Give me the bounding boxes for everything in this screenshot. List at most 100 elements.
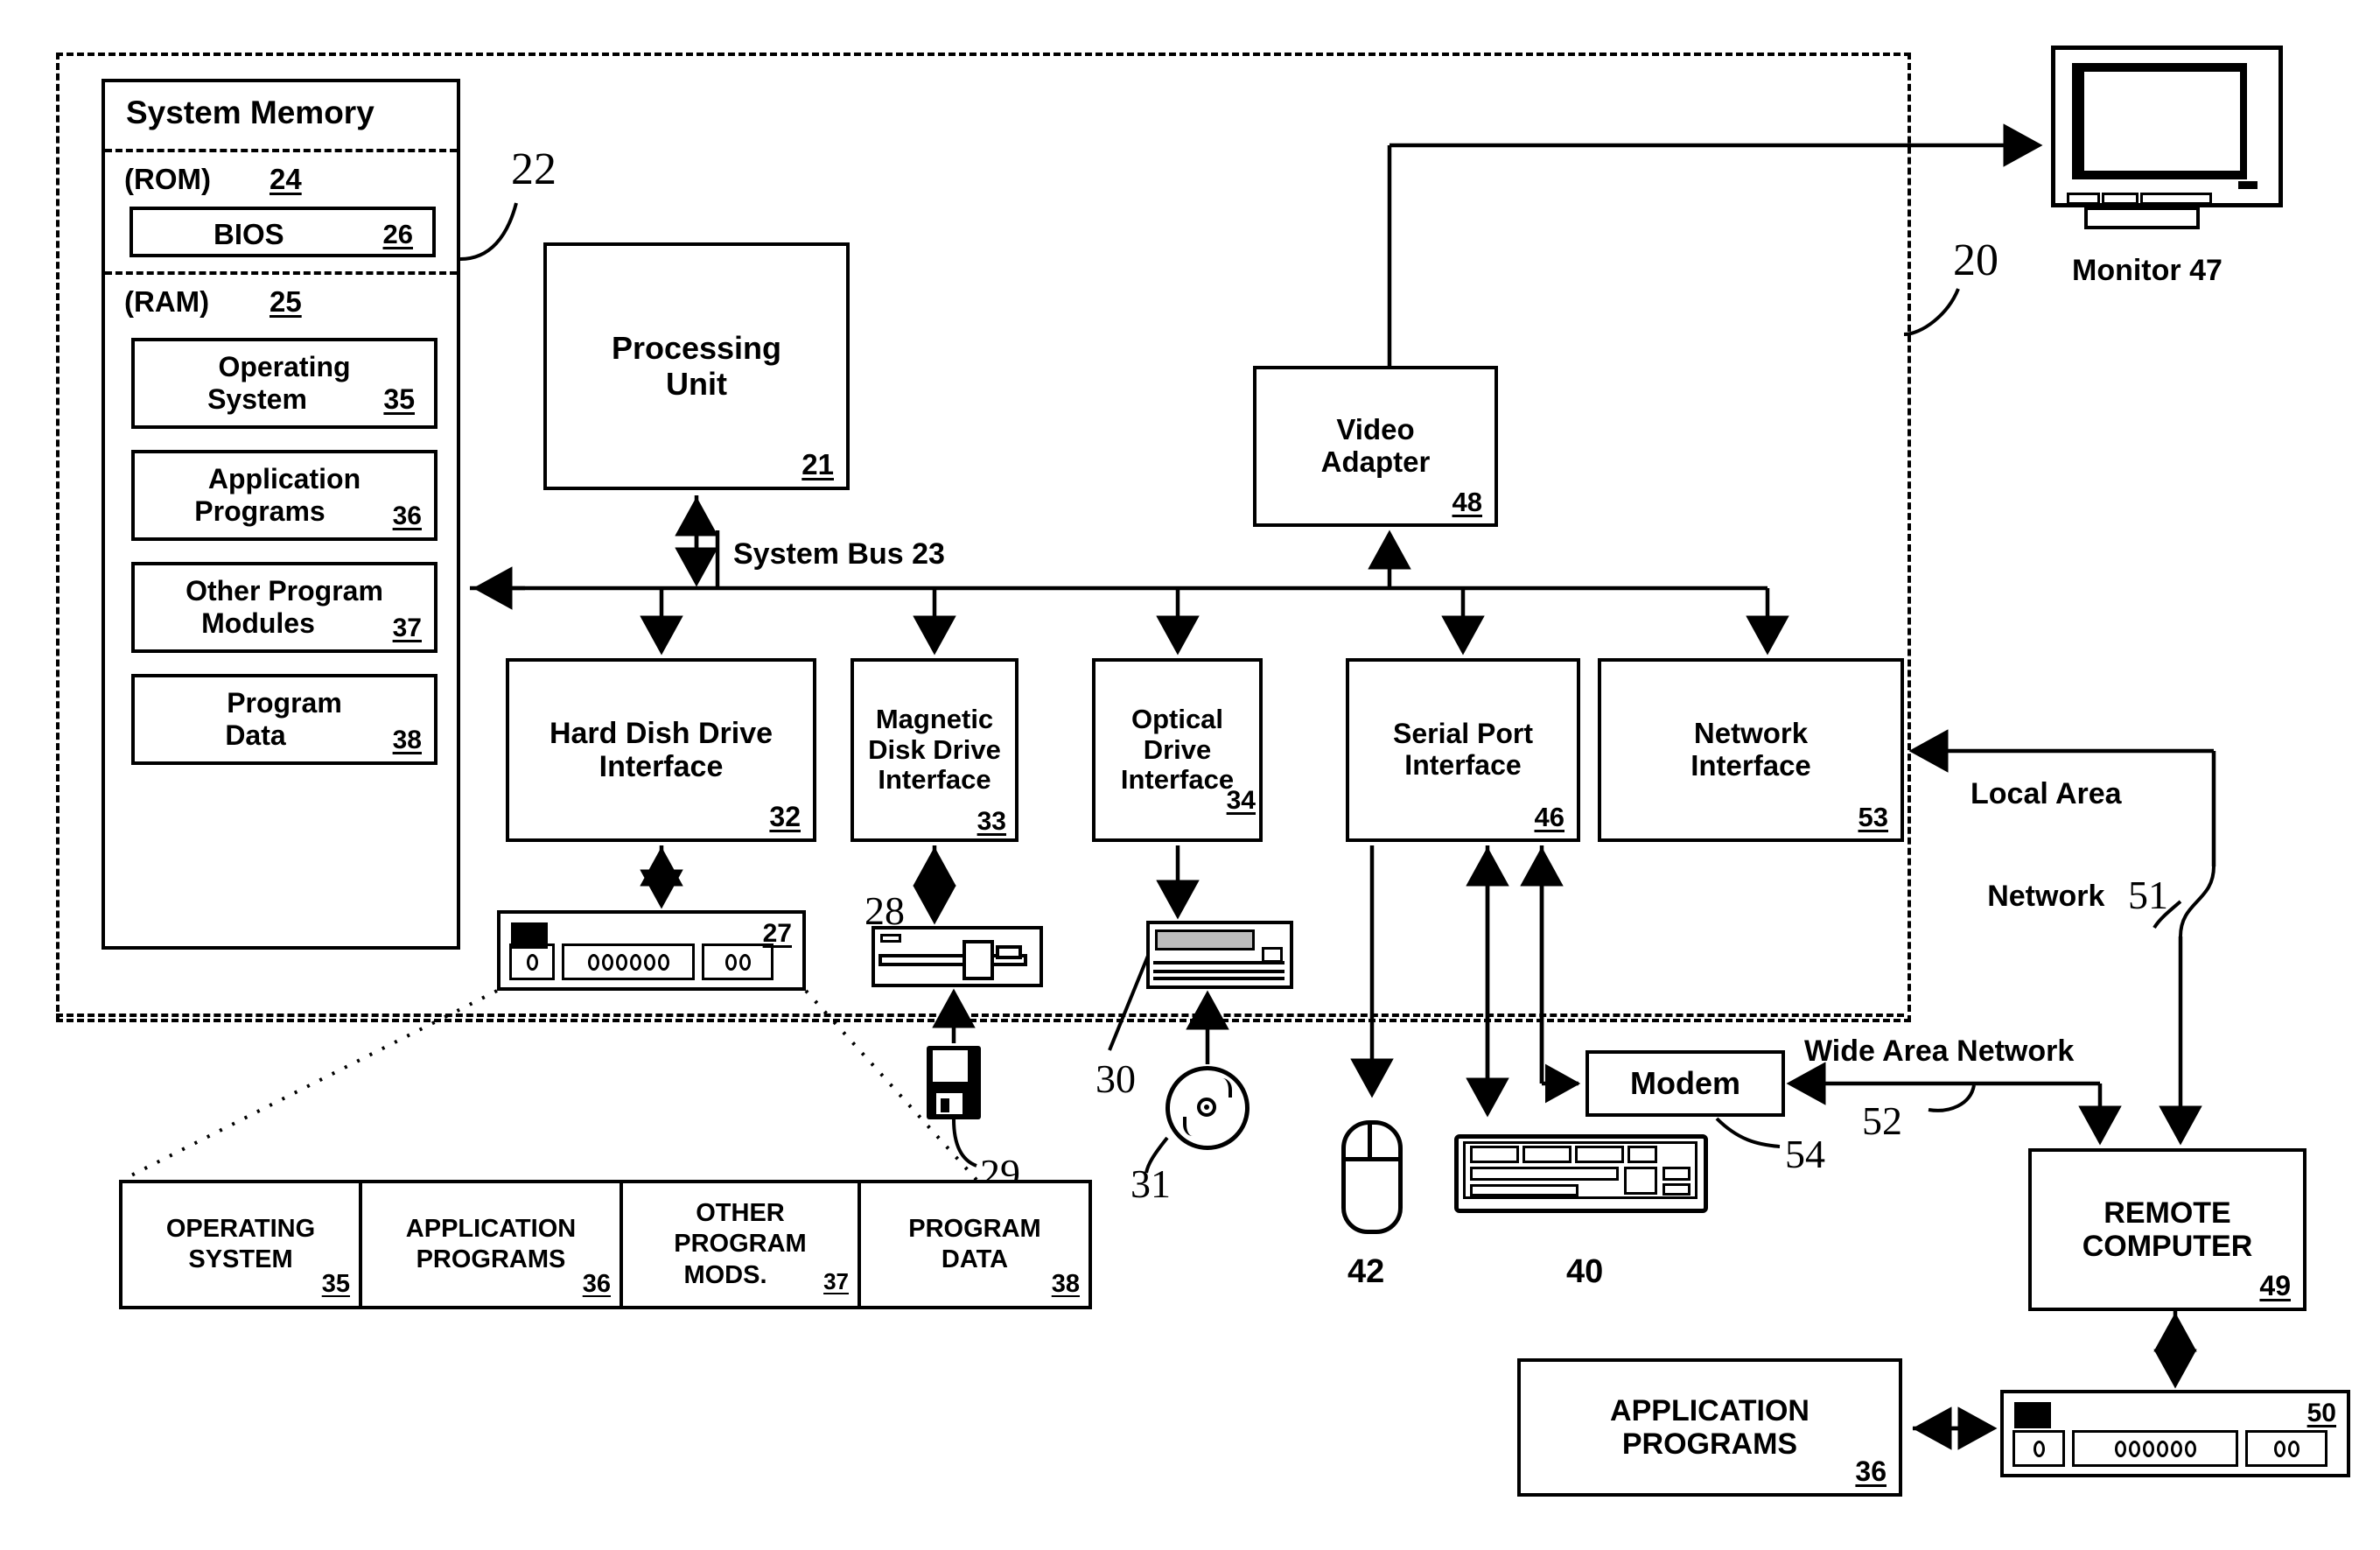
ram-item-pd-line2: Data: [225, 719, 286, 751]
ni-line2: Interface: [1690, 749, 1811, 782]
cell-opm-ref: 37: [823, 1268, 849, 1295]
remote-disk-slot-3: [2245, 1430, 2328, 1467]
lan-line1: Local Area: [1970, 777, 2122, 811]
hard-disk-drive-interface-box: Hard Dish Drive Interface 32: [506, 658, 816, 842]
remote-computer-ref: 49: [2259, 1270, 2291, 1302]
magnetic-disk-drive-interface-box: Magnetic Disk Drive Interface 33: [850, 658, 1018, 842]
monitor-label: Monitor 47: [2072, 254, 2222, 287]
cell-app-line2: PROGRAMS: [416, 1245, 566, 1273]
remote-computer-box: REMOTE COMPUTER 49: [2028, 1148, 2306, 1311]
magnetic-drive-icon: [872, 926, 1043, 987]
local-area-network-label: Local Area Network: [1970, 709, 2122, 983]
ref-28-label: 28: [864, 888, 905, 933]
mddi-line3: Interface: [878, 764, 991, 796]
video-adapter-line2: Adapter: [1320, 445, 1431, 478]
ref-31-label: 31: [1130, 1161, 1171, 1206]
ram-item-app-ref: 36: [392, 501, 422, 530]
disk-contents-table: OPERATING SYSTEM 35 APPLICATION PROGRAMS…: [119, 1180, 1092, 1309]
hard-disk-slots: [509, 943, 794, 980]
spi-line2: Interface: [1404, 749, 1522, 781]
ref-20-label: 20: [1953, 235, 1998, 285]
hddi-line2: Interface: [598, 750, 724, 783]
ram-item-app-line2: Programs: [194, 495, 326, 527]
bios-box: BIOS 26: [130, 207, 436, 257]
ram-item-os-line2: System: [207, 383, 307, 415]
mouse-icon: [1341, 1120, 1403, 1234]
system-memory-title: System Memory: [126, 95, 374, 130]
rap-line1: APPLICATION: [1610, 1393, 1810, 1427]
modem-label: Modem: [1630, 1064, 1740, 1101]
ram-item-pd-ref: 38: [392, 726, 422, 754]
ref-51-label: 51: [2128, 873, 2168, 917]
processing-unit-box: Processing Unit 21: [543, 242, 850, 490]
processing-unit-line2: Unit: [666, 365, 727, 402]
table-cell-application-programs: APPLICATION PROGRAMS 36: [362, 1183, 623, 1306]
remote-computer-line1: REMOTE: [2104, 1196, 2231, 1230]
rom-ref: 24: [270, 163, 302, 195]
ref-30-label: 30: [1096, 1056, 1136, 1101]
spi-line1: Serial Port: [1392, 718, 1534, 750]
ni-ref: 53: [1858, 802, 1888, 833]
mddi-ref: 33: [976, 807, 1006, 837]
memory-divider-rom: [105, 149, 457, 152]
system-bus-label: System Bus 23: [733, 537, 945, 571]
hddi-ref: 32: [769, 801, 801, 833]
rap-ref: 36: [1855, 1455, 1886, 1488]
video-adapter-ref: 48: [1452, 487, 1482, 518]
cell-pd-ref: 38: [1051, 1270, 1080, 1298]
odi-ref: 34: [1226, 786, 1256, 816]
keyboard-icon: [1454, 1122, 1708, 1213]
remote-disk-slot-1: [2012, 1430, 2065, 1467]
video-adapter-line1: Video: [1336, 413, 1415, 446]
ram-ref: 25: [270, 285, 302, 318]
odi-line2: Drive: [1143, 733, 1212, 765]
cell-opm-line2: PROGRAM: [674, 1230, 807, 1259]
cell-app-ref: 36: [582, 1270, 611, 1298]
hard-disk-icon: 27: [497, 910, 806, 991]
wide-area-network-label: Wide Area Network: [1804, 1035, 2075, 1068]
ram-item-program-data: Program Data 38: [131, 674, 438, 765]
ram-item-os-line1: Operating: [218, 351, 351, 382]
remote-disk-slots: [2012, 1430, 2338, 1467]
cell-app-line1: APPLICATION: [405, 1214, 577, 1243]
remote-application-programs-box: APPLICATION PROGRAMS 36: [1517, 1358, 1902, 1497]
mouse-ref: 42: [1348, 1253, 1385, 1290]
table-cell-program-data: PROGRAM DATA 38: [861, 1183, 1088, 1306]
cell-os-ref: 35: [321, 1270, 350, 1298]
cell-pd-line1: PROGRAM: [908, 1214, 1041, 1243]
ram-item-application-programs: Application Programs 36: [131, 450, 438, 541]
bios-label: BIOS: [214, 218, 284, 250]
ram-item-os-ref: 35: [383, 383, 415, 415]
cell-os-line1: OPERATING: [165, 1214, 316, 1243]
ram-item-opm-line2: Modules: [201, 607, 315, 639]
lan-line2: Network: [1987, 880, 2105, 914]
remote-disk-led-icon: [2014, 1402, 2051, 1428]
ram-item-opm-ref: 37: [392, 614, 422, 642]
hard-disk-slot-2: [562, 943, 695, 980]
optical-disc-icon: [1166, 1066, 1250, 1150]
spi-ref: 46: [1534, 802, 1564, 833]
optical-drive-interface-box: Optical Drive Interface 34: [1092, 658, 1263, 842]
monitor-icon: [2051, 46, 2283, 234]
cell-opm-line3: MODS.: [683, 1260, 767, 1289]
mddi-line1: Magnetic: [875, 703, 994, 734]
ref-54-label: 54: [1785, 1132, 1825, 1176]
odi-line3: Interface: [1120, 764, 1235, 796]
hard-disk-slot-1: [509, 943, 555, 980]
ni-line1: Network: [1693, 717, 1809, 750]
rom-label: (ROM): [124, 163, 211, 195]
system-memory-panel: System Memory (ROM) 24 BIOS 26 (RAM) 25 …: [102, 79, 460, 950]
ram-item-other-program-modules: Other Program Modules 37: [131, 562, 438, 653]
odi-line1: Optical: [1130, 703, 1224, 734]
rap-line2: PROGRAMS: [1621, 1427, 1798, 1461]
floppy-disk-icon: [927, 1046, 981, 1119]
processing-unit-ref: 21: [802, 448, 834, 481]
remote-disk-slot-2: [2072, 1430, 2238, 1467]
modem-box: Modem: [1586, 1050, 1785, 1117]
table-cell-other-program-mods: OTHER PROGRAM MODS. 37: [623, 1183, 861, 1306]
hard-disk-slot-3: [702, 943, 774, 980]
processing-unit-line1: Processing: [611, 330, 782, 367]
patent-figure: System Memory (ROM) 24 BIOS 26 (RAM) 25 …: [0, 0, 2380, 1550]
ram-item-pd-line1: Program: [227, 687, 342, 719]
cell-pd-line2: DATA: [941, 1245, 1009, 1273]
